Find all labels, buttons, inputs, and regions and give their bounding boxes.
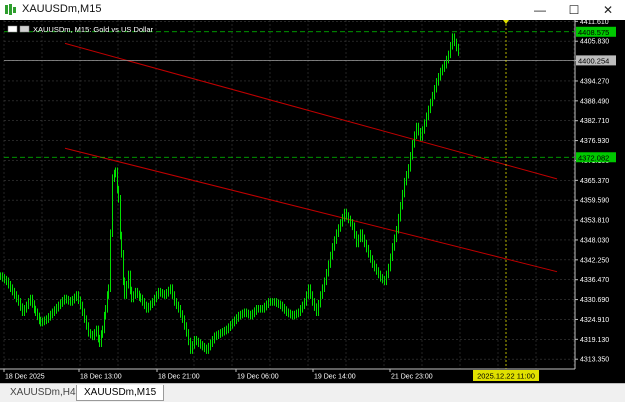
price-axis-label: 4365.370 xyxy=(580,178,609,185)
chart-tab-bar: XAUUSDm,H4 XAUUSDm,M15 xyxy=(0,383,625,402)
chart-header-label: XAUUSDm, M15: Gold vs US Dollar xyxy=(33,25,154,34)
price-axis-label: 4382.710 xyxy=(580,118,609,125)
tab-xauusdm-m15[interactable]: XAUUSDm,M15 xyxy=(76,385,165,401)
level-label-top: 4408.575 xyxy=(578,28,609,37)
price-axis-label: 4388.490 xyxy=(580,98,609,105)
time-axis-label: 19 Dec 06:00 xyxy=(237,374,279,381)
chart-flag-icon xyxy=(7,25,18,33)
time-axis-label: 18 Dec 21:00 xyxy=(158,374,200,381)
close-button[interactable]: ✕ xyxy=(591,0,625,20)
price-axis-label: 4319.130 xyxy=(580,337,609,344)
price-axis-label: 4330.690 xyxy=(580,297,609,304)
price-axis-label: 4376.930 xyxy=(580,138,609,145)
current-price-label: 4400.254 xyxy=(578,56,609,65)
time-axis-label: 18 Dec 2025 xyxy=(5,374,45,381)
chart-info-icon xyxy=(19,25,30,33)
time-axis-label: 19 Dec 14:00 xyxy=(314,374,356,381)
chart-canvas[interactable]: 4411.6104405.8304400.2504394.2704388.490… xyxy=(0,20,625,383)
trendline xyxy=(64,42,558,180)
price-axis-label: 4394.270 xyxy=(580,78,609,85)
tab-xauusdm-h4[interactable]: XAUUSDm,H4 xyxy=(3,385,83,400)
crosshair-marker-icon xyxy=(503,20,509,24)
price-axis-label: 4324.910 xyxy=(580,317,609,324)
time-axis-label: 18 Dec 13:00 xyxy=(80,374,122,381)
price-axis-label: 4353.810 xyxy=(580,218,609,225)
price-axis-label: 4405.830 xyxy=(580,39,609,46)
price-axis-label: 4313.350 xyxy=(580,357,609,364)
window-titlebar: XAUUSDm,M15 — ☐ ✕ xyxy=(0,0,625,21)
price-axis-label: 4336.470 xyxy=(580,277,609,284)
price-axis-label: 4348.030 xyxy=(580,237,609,244)
time-axis-label: 21 Dec 23:00 xyxy=(391,374,433,381)
crosshair-time-label: 2025.12.22 11:00 xyxy=(477,372,535,381)
level-label-mid: 4372.082 xyxy=(578,153,609,162)
price-chart[interactable]: 4411.6104405.8304400.2504394.2704388.490… xyxy=(0,20,625,383)
chart-window-icon xyxy=(5,4,16,15)
maximize-button[interactable]: ☐ xyxy=(557,0,591,20)
minimize-button[interactable]: — xyxy=(523,0,557,20)
price-axis-label: 4411.610 xyxy=(580,20,609,26)
window-title: XAUUSDm,M15 xyxy=(22,3,102,15)
trendline xyxy=(64,147,558,273)
price-axis-label: 4342.250 xyxy=(580,257,609,264)
price-axis-label: 4359.590 xyxy=(580,198,609,205)
